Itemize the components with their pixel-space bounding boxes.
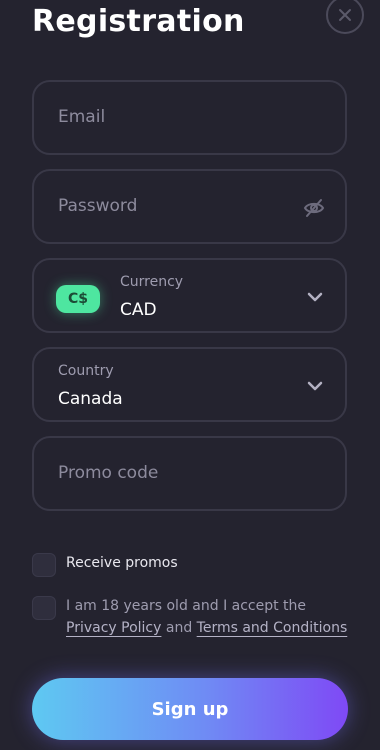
close-button[interactable] — [326, 0, 364, 34]
country-select[interactable]: Country Canada — [32, 347, 347, 422]
chevron-down-icon — [307, 377, 323, 396]
currency-badge: C$ — [56, 285, 100, 313]
chevron-down-icon — [307, 288, 323, 307]
receive-promos-checkbox[interactable] — [32, 553, 56, 577]
receive-promos-label: Receive promos — [66, 555, 178, 571]
signup-button[interactable]: Sign up — [32, 678, 348, 740]
terms-checkbox[interactable] — [32, 596, 56, 620]
email-field[interactable]: Email — [32, 80, 347, 155]
currency-value: CAD — [120, 300, 157, 320]
country-value: Canada — [58, 389, 123, 409]
eye-off-icon[interactable] — [303, 197, 325, 223]
password-field[interactable]: Password — [32, 169, 347, 244]
currency-label: Currency — [120, 274, 184, 290]
currency-select[interactable]: C$ Currency CAD — [32, 258, 347, 333]
terms-conditions-link[interactable]: Terms and Conditions — [197, 620, 348, 636]
terms-text: I am 18 years old and I accept the Priva… — [66, 595, 356, 639]
privacy-policy-link[interactable]: Privacy Policy — [66, 620, 161, 636]
promo-code-placeholder: Promo code — [58, 463, 159, 483]
page-title: Registration — [32, 4, 245, 39]
close-icon — [339, 9, 351, 21]
terms-text-before: I am 18 years old and I accept the — [66, 598, 307, 614]
password-placeholder: Password — [58, 196, 138, 216]
email-placeholder: Email — [58, 107, 106, 127]
country-label: Country — [58, 363, 114, 379]
promo-code-field[interactable]: Promo code — [32, 436, 347, 511]
terms-text-middle: and — [161, 620, 197, 636]
